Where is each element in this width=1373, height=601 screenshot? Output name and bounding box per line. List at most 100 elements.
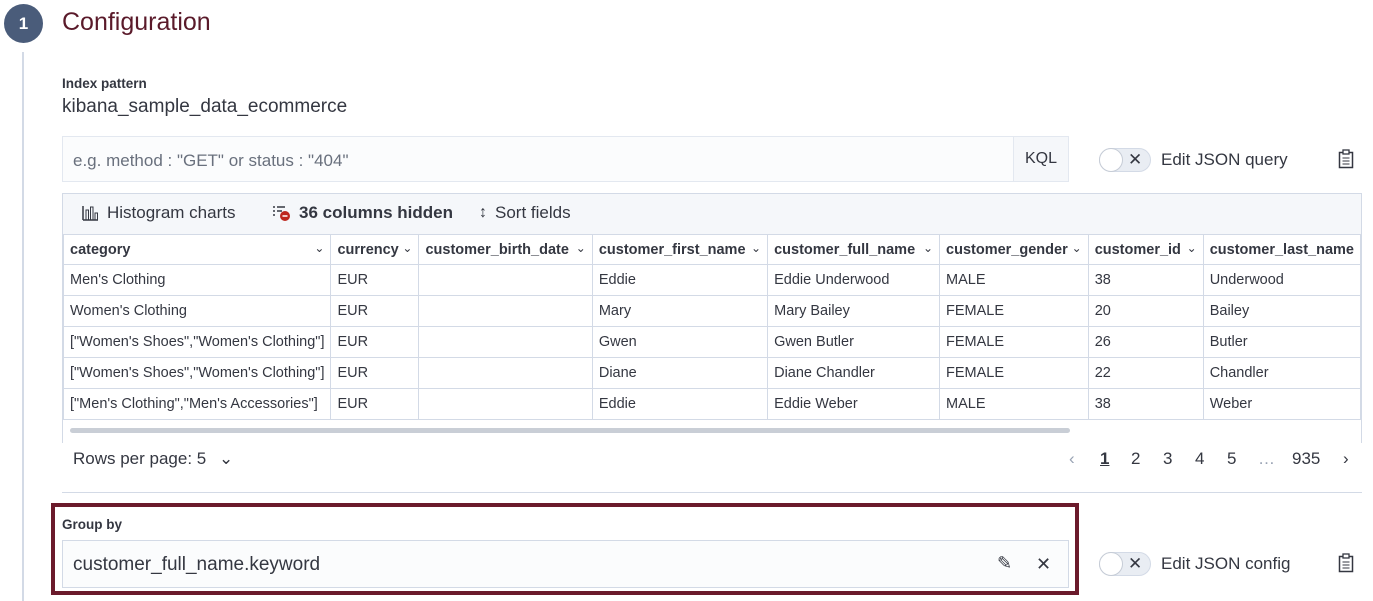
table-cell[interactable]: 22 bbox=[1087, 357, 1204, 389]
query-language-button[interactable]: KQL bbox=[1013, 137, 1068, 181]
table-cell[interactable]: FEMALE bbox=[939, 357, 1089, 389]
columns-hidden-icon bbox=[273, 206, 290, 221]
page-button-2[interactable]: 2 bbox=[1131, 449, 1140, 469]
pencil-icon[interactable]: ✎ bbox=[997, 553, 1012, 574]
chevron-down-icon[interactable]: ⌄ bbox=[923, 241, 933, 255]
table-cell[interactable] bbox=[418, 326, 593, 358]
column-header[interactable]: customer_id ⌄ bbox=[1087, 234, 1204, 265]
grid-toolbar: Histogram charts 36 columns hidden ↕ Sor… bbox=[63, 194, 1361, 235]
table-cell[interactable]: Mary bbox=[591, 295, 769, 327]
step-connector bbox=[22, 52, 24, 601]
table-cell[interactable]: 38 bbox=[1087, 264, 1204, 296]
column-header[interactable]: customer_birth_date ⌄ bbox=[418, 234, 593, 265]
column-header[interactable]: category ⌄ bbox=[63, 234, 332, 265]
index-pattern-label: Index pattern bbox=[62, 76, 147, 91]
columns-hidden-label: 36 columns hidden bbox=[299, 203, 453, 222]
group-by-value: customer_full_name.keyword bbox=[73, 554, 321, 575]
table-row: ["Men's Clothing","Men's Accessories"] E… bbox=[63, 388, 1361, 420]
step-number: 1 bbox=[4, 4, 43, 43]
page-ellipsis: … bbox=[1258, 449, 1275, 468]
table-cell[interactable]: FEMALE bbox=[939, 326, 1089, 358]
edit-json-query-switch[interactable]: ✕ bbox=[1099, 148, 1151, 172]
chevron-down-icon[interactable]: ⌄ bbox=[576, 241, 586, 255]
table-cell[interactable]: 38 bbox=[1087, 388, 1204, 420]
chevron-down-icon[interactable]: ⌄ bbox=[402, 241, 412, 255]
table-cell[interactable]: Eddie Weber bbox=[767, 388, 941, 420]
table-cell[interactable]: Diane Chandler bbox=[767, 357, 941, 389]
table-cell[interactable] bbox=[418, 295, 593, 327]
table-cell[interactable] bbox=[418, 264, 593, 296]
chevron-down-icon[interactable]: ⌄ bbox=[1187, 241, 1197, 255]
table-cell[interactable]: EUR bbox=[330, 326, 420, 358]
edit-json-config-label: Edit JSON config bbox=[1161, 554, 1291, 573]
horizontal-scrollbar[interactable] bbox=[70, 428, 1070, 433]
page-button-3[interactable]: 3 bbox=[1163, 449, 1172, 469]
query-input[interactable] bbox=[71, 145, 1005, 177]
table-cell[interactable]: Weber bbox=[1202, 388, 1361, 420]
table-cell[interactable]: ["Men's Clothing","Men's Accessories"] bbox=[63, 388, 332, 420]
table-cell[interactable]: EUR bbox=[330, 295, 420, 327]
chevron-down-icon: ⌄ bbox=[218, 449, 234, 468]
data-table: category ⌄ currency ⌄ customer_birth_date ⌄… bbox=[63, 234, 1361, 420]
table-header-row: category ⌄ currency ⌄ customer_birth_date ⌄… bbox=[63, 234, 1361, 265]
column-header[interactable]: currency ⌄ bbox=[330, 234, 420, 265]
table-cell[interactable]: FEMALE bbox=[939, 295, 1089, 327]
sort-fields-button[interactable]: ↕ Sort fields bbox=[479, 203, 571, 223]
table-cell[interactable]: ["Women's Shoes","Women's Clothing"] bbox=[63, 326, 332, 358]
table-cell[interactable]: ["Women's Shoes","Women's Clothing"] bbox=[63, 357, 332, 389]
group-by-field[interactable]: customer_full_name.keyword ✎ ✕ bbox=[62, 540, 1069, 588]
table-cell[interactable] bbox=[418, 357, 593, 389]
table-cell[interactable]: Chandler bbox=[1202, 357, 1361, 389]
edit-json-query-label: Edit JSON query bbox=[1161, 150, 1288, 169]
sort-fields-label: Sort fields bbox=[495, 203, 571, 222]
table-cell[interactable]: Eddie bbox=[591, 264, 769, 296]
table-cell[interactable]: Men's Clothing bbox=[63, 264, 332, 296]
page-button-5[interactable]: 5 bbox=[1227, 449, 1236, 469]
histogram-icon bbox=[82, 206, 98, 221]
table-row: ["Women's Shoes","Women's Clothing"] EUR… bbox=[63, 357, 1361, 389]
table-row: ["Women's Shoes","Women's Clothing"] EUR… bbox=[63, 326, 1361, 358]
column-header[interactable]: customer_first_name ⌄ bbox=[591, 234, 769, 265]
table-row: Women's Clothing EUR Mary Mary Bailey FE… bbox=[63, 295, 1361, 327]
table-cell[interactable]: Gwen Butler bbox=[767, 326, 941, 358]
edit-json-config-switch[interactable]: ✕ bbox=[1099, 552, 1151, 576]
page-button-last[interactable]: 935 bbox=[1292, 449, 1320, 469]
table-cell[interactable]: Gwen bbox=[591, 326, 769, 358]
table-cell[interactable]: Eddie Underwood bbox=[767, 264, 941, 296]
table-cell[interactable]: Eddie bbox=[591, 388, 769, 420]
table-cell[interactable]: 20 bbox=[1087, 295, 1204, 327]
copy-to-clipboard-icon[interactable] bbox=[1338, 553, 1354, 578]
step-title: Configuration bbox=[62, 8, 211, 36]
table-cell[interactable]: Women's Clothing bbox=[63, 295, 332, 327]
rows-per-page-button[interactable]: Rows per page: 5 ⌄ bbox=[73, 449, 233, 469]
chevron-down-icon[interactable]: ⌄ bbox=[751, 241, 761, 255]
table-cell[interactable]: MALE bbox=[939, 388, 1089, 420]
page-button-4[interactable]: 4 bbox=[1195, 449, 1204, 469]
table-cell[interactable]: EUR bbox=[330, 357, 420, 389]
table-cell[interactable] bbox=[418, 388, 593, 420]
column-header[interactable]: customer_last_name bbox=[1202, 234, 1361, 265]
table-cell[interactable]: Butler bbox=[1202, 326, 1361, 358]
next-page-icon[interactable]: › bbox=[1343, 449, 1349, 469]
histogram-charts-button[interactable]: Histogram charts bbox=[81, 203, 235, 223]
group-by-label: Group by bbox=[62, 517, 122, 532]
copy-to-clipboard-icon[interactable] bbox=[1338, 149, 1354, 174]
column-header[interactable]: customer_gender ⌄ bbox=[939, 234, 1089, 265]
table-cell[interactable]: Bailey bbox=[1202, 295, 1361, 327]
column-header[interactable]: customer_full_name ⌄ bbox=[767, 234, 941, 265]
chevron-down-icon[interactable]: ⌄ bbox=[1072, 241, 1082, 255]
table-cell[interactable]: Mary Bailey bbox=[767, 295, 941, 327]
query-bar: KQL bbox=[62, 136, 1069, 182]
table-cell[interactable]: MALE bbox=[939, 264, 1089, 296]
close-icon: ✕ bbox=[1128, 150, 1143, 169]
table-cell[interactable]: 26 bbox=[1087, 326, 1204, 358]
previous-page-icon[interactable]: ‹ bbox=[1069, 449, 1075, 469]
table-cell[interactable]: EUR bbox=[330, 388, 420, 420]
page-button-1[interactable]: 1 bbox=[1100, 449, 1109, 469]
columns-hidden-button[interactable]: 36 columns hidden bbox=[271, 203, 453, 223]
chevron-down-icon[interactable]: ⌄ bbox=[314, 241, 324, 255]
close-icon[interactable]: ✕ bbox=[1036, 554, 1051, 575]
table-cell[interactable]: EUR bbox=[330, 264, 420, 296]
table-cell[interactable]: Underwood bbox=[1202, 264, 1361, 296]
table-cell[interactable]: Diane bbox=[591, 357, 769, 389]
